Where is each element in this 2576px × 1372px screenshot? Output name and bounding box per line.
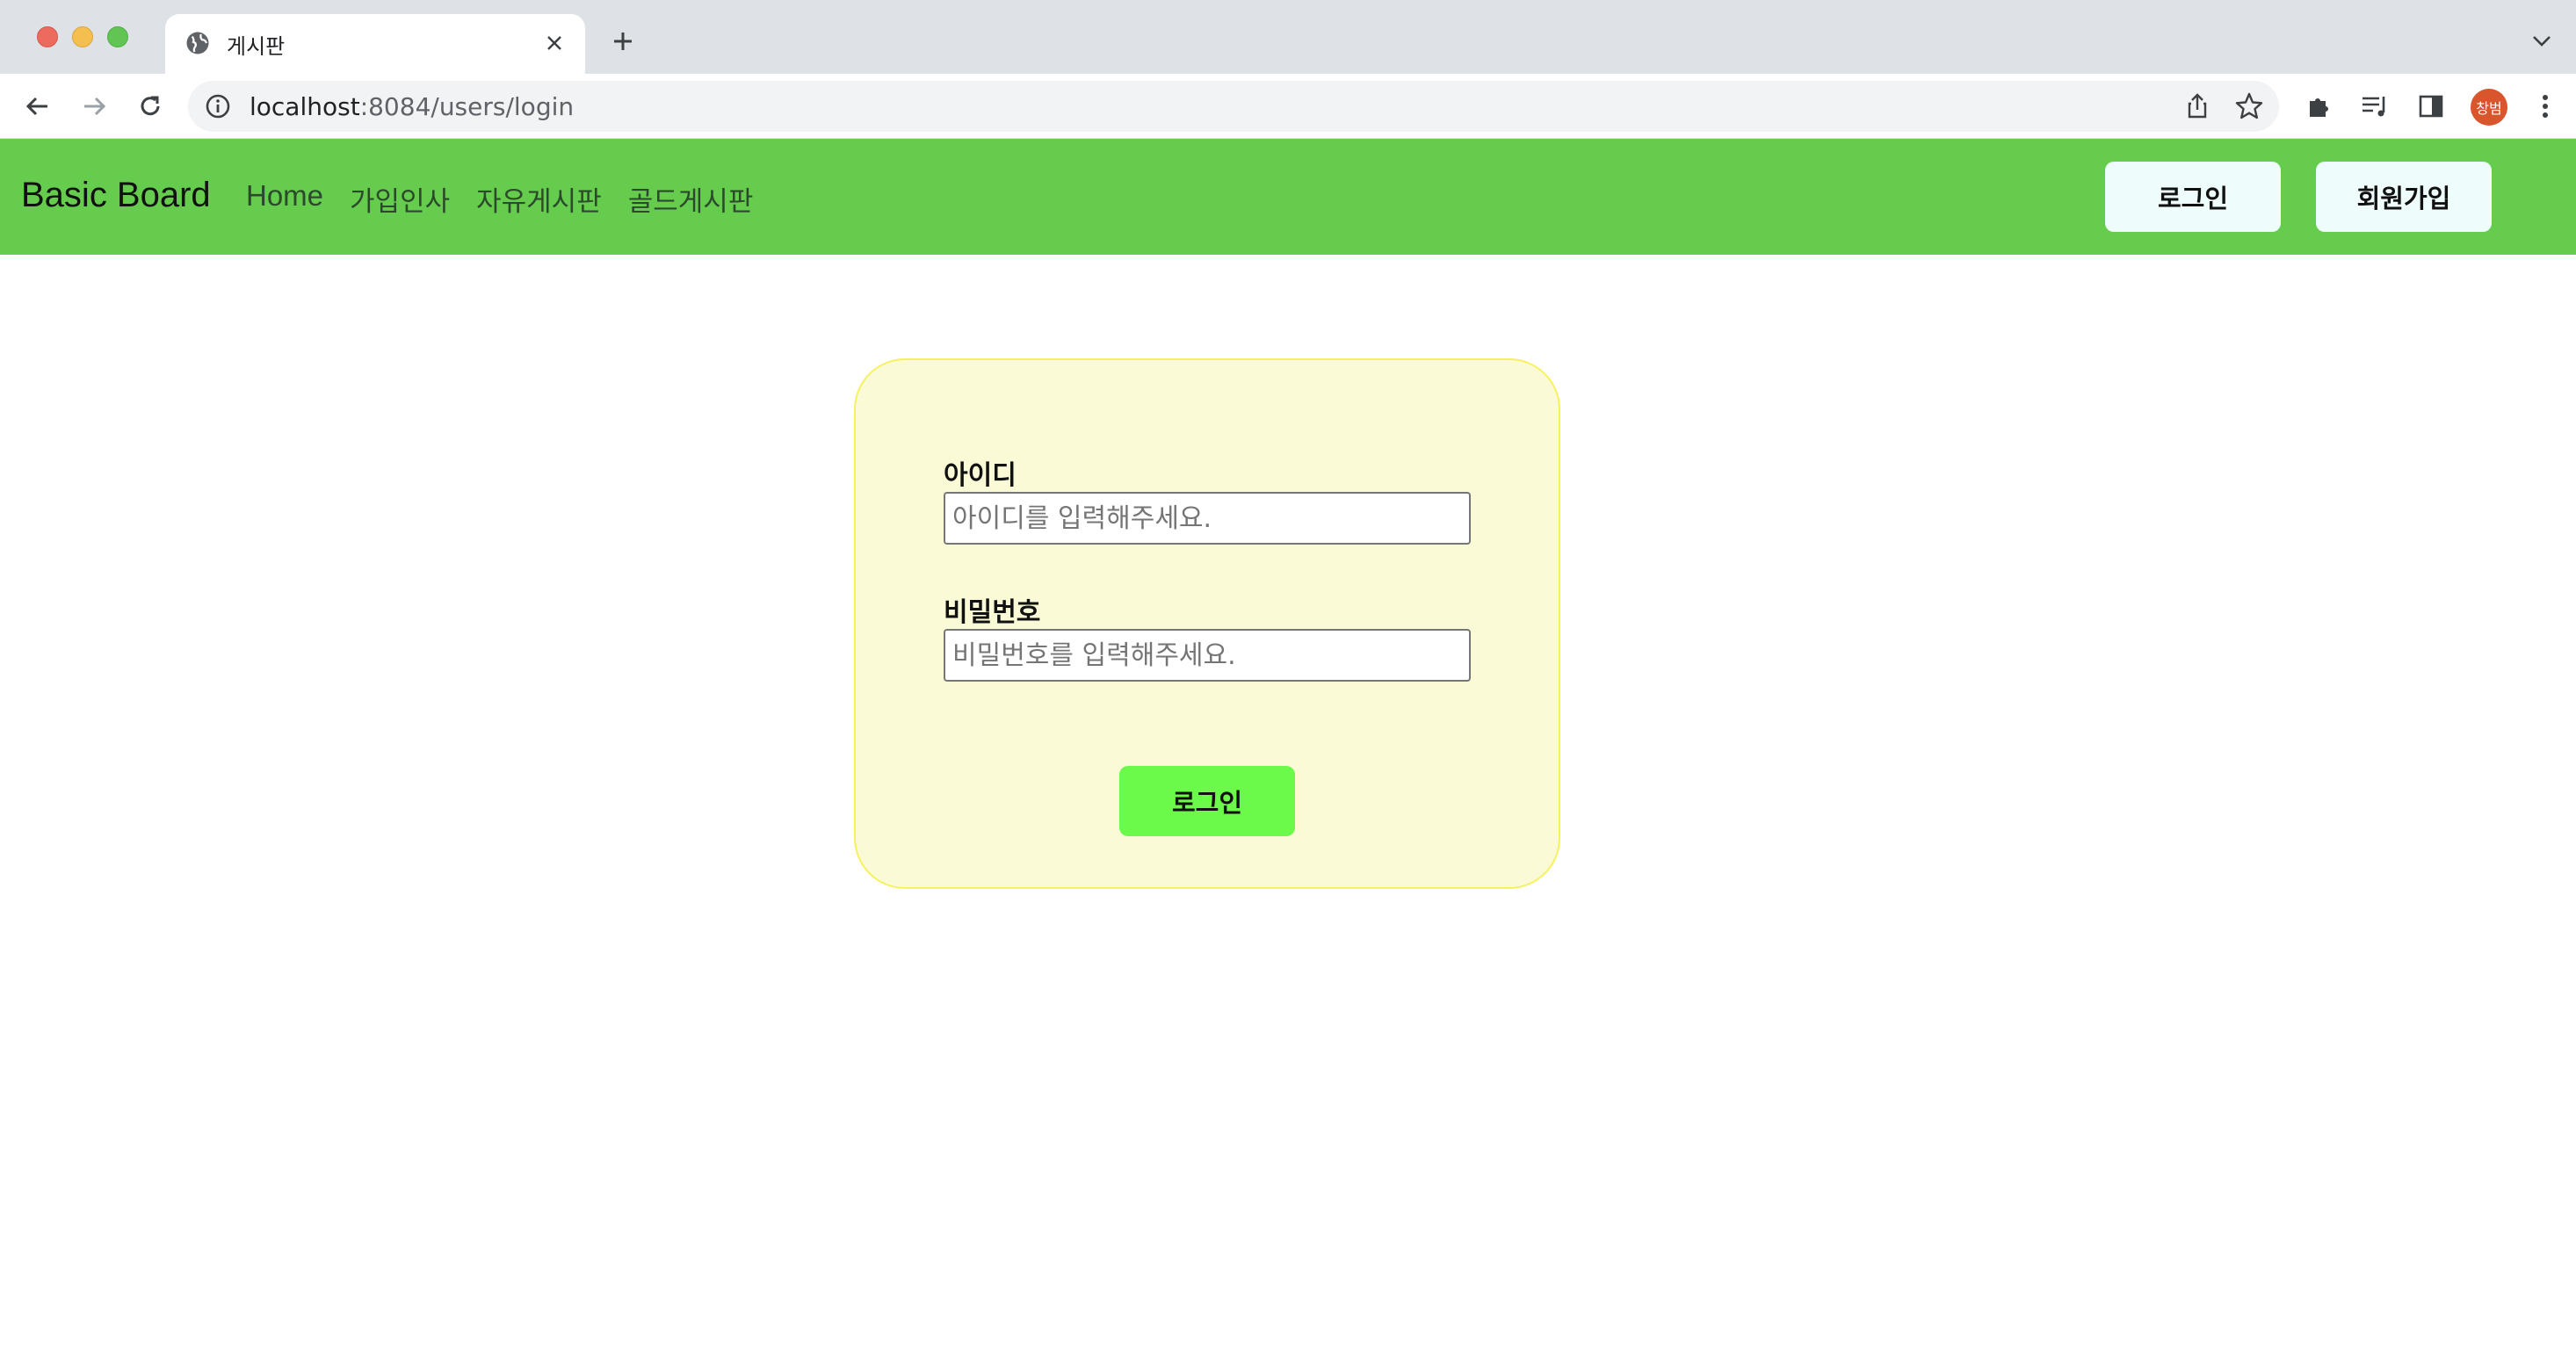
- nav-link-gold-board[interactable]: 골드게시판: [628, 179, 754, 219]
- site-navbar: Basic Board Home 가입인사 자유게시판 골드게시판 로그인 회원…: [0, 139, 2576, 255]
- back-arrow-icon[interactable]: [21, 90, 54, 123]
- site-brand[interactable]: Basic Board: [21, 176, 211, 215]
- login-form-card: 아이디 비밀번호 로그인: [854, 358, 1560, 889]
- id-label: 아이디: [944, 460, 1017, 491]
- minimize-window-button[interactable]: [72, 26, 93, 47]
- navbar-login-button[interactable]: 로그인: [2105, 162, 2281, 232]
- browser-tab-active[interactable]: 게시판: [165, 14, 585, 74]
- nav-link-free-board[interactable]: 자유게시판: [476, 179, 602, 219]
- forward-arrow-icon[interactable]: [77, 90, 111, 123]
- reading-list-icon[interactable]: [2358, 90, 2391, 123]
- chevron-down-icon[interactable]: [2529, 28, 2555, 54]
- reload-icon[interactable]: [134, 90, 167, 123]
- site-info-icon[interactable]: [204, 92, 232, 120]
- side-panel-icon[interactable]: [2414, 90, 2448, 123]
- share-icon[interactable]: [2182, 91, 2212, 121]
- close-tab-icon[interactable]: [539, 28, 569, 58]
- tab-title: 게시판: [227, 34, 286, 59]
- login-submit-button[interactable]: 로그인: [1119, 766, 1295, 836]
- navbar-signup-button[interactable]: 회원가입: [2316, 162, 2492, 232]
- password-label: 비밀번호: [944, 597, 1041, 628]
- nav-link-greetings[interactable]: 가입인사: [350, 179, 450, 219]
- password-input[interactable]: [944, 629, 1471, 682]
- url-text: localhost:8084/users/login: [250, 92, 575, 121]
- maximize-window-button[interactable]: [107, 26, 128, 47]
- bookmark-star-icon[interactable]: [2233, 90, 2265, 122]
- globe-icon: [186, 32, 209, 54]
- id-input[interactable]: [944, 492, 1471, 545]
- close-window-button[interactable]: [37, 26, 58, 47]
- profile-avatar[interactable]: 창범: [2471, 89, 2507, 126]
- address-bar[interactable]: localhost:8084/users/login: [188, 81, 2279, 132]
- nav-link-home[interactable]: Home: [246, 179, 323, 219]
- browser-toolbar: localhost:8084/users/login 창범: [0, 74, 2576, 139]
- nav-links: Home 가입인사 자유게시판 골드게시판: [246, 179, 753, 219]
- new-tab-icon[interactable]: [608, 26, 638, 56]
- browser-tab-strip: 게시판: [0, 0, 2576, 74]
- more-menu-icon[interactable]: [2529, 90, 2562, 123]
- extensions-puzzle-icon[interactable]: [2302, 90, 2335, 123]
